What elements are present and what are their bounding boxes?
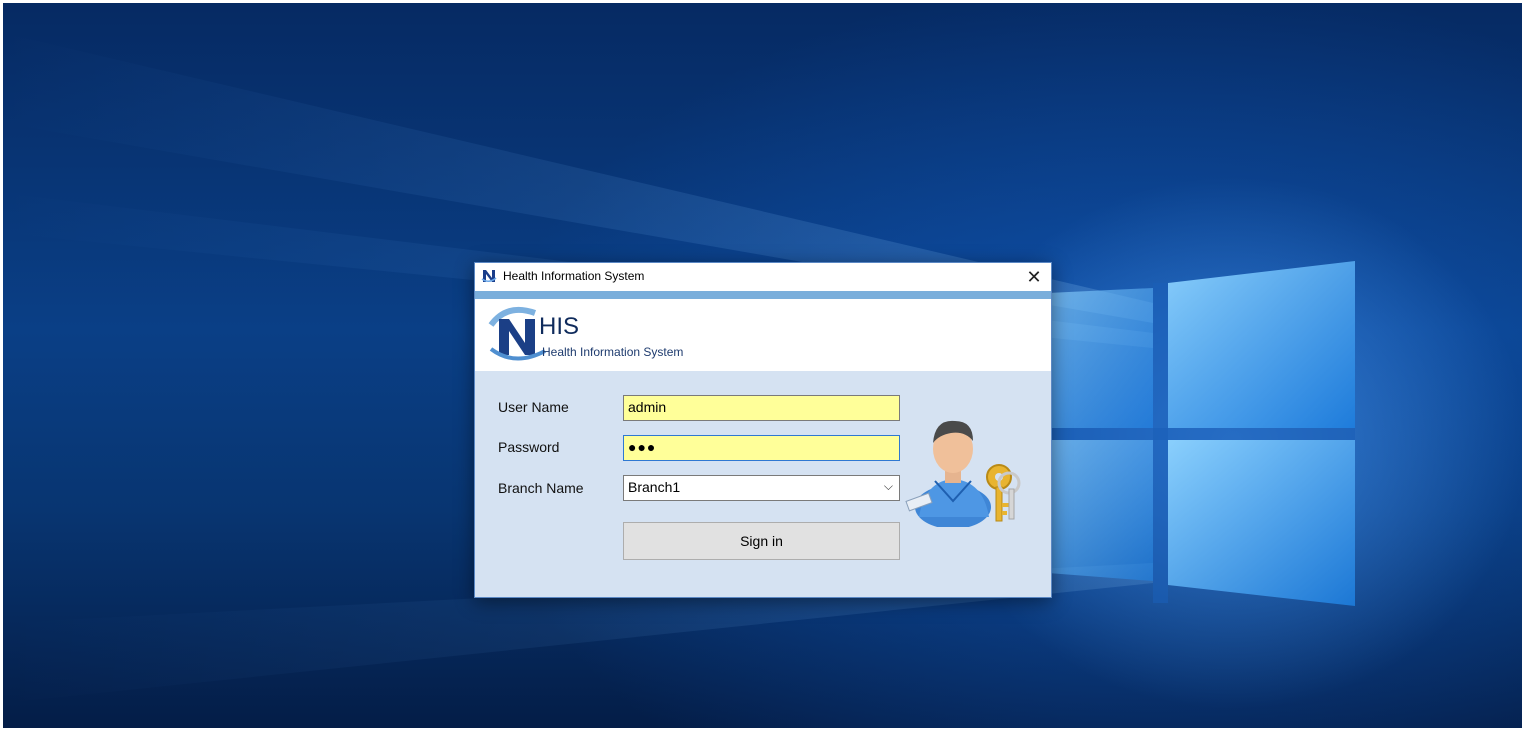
his-logo-icon [488,307,546,361]
desktop-wallpaper: Health Information System ✕ HIS Health I… [3,3,1522,728]
branch-label: Branch Name [498,480,584,496]
user-key-icon [905,420,1021,527]
banner-subtitle: Health Information System [542,345,684,359]
app-logo-icon [481,270,497,282]
login-dialog: Health Information System ✕ HIS Health I… [474,262,1052,598]
branch-selected-value: Branch1 [628,479,681,495]
accent-strip [475,291,1051,299]
branch-select[interactable]: Branch1 ⌵ [623,475,900,501]
brand-banner: HIS Health Information System [475,299,1051,371]
password-label: Password [498,439,560,455]
close-button[interactable]: ✕ [1017,263,1051,291]
close-icon: ✕ [1026,267,1042,287]
logo-text: HIS [539,313,580,340]
window-title: Health Information System [503,269,645,283]
chevron-down-icon: ⌵ [883,479,893,493]
username-label: User Name [498,399,569,415]
title-bar[interactable]: Health Information System ✕ [475,263,1051,291]
username-field[interactable]: admin [623,395,900,421]
sign-in-button[interactable]: Sign in [623,522,900,560]
password-field[interactable]: ●●● [623,435,900,461]
